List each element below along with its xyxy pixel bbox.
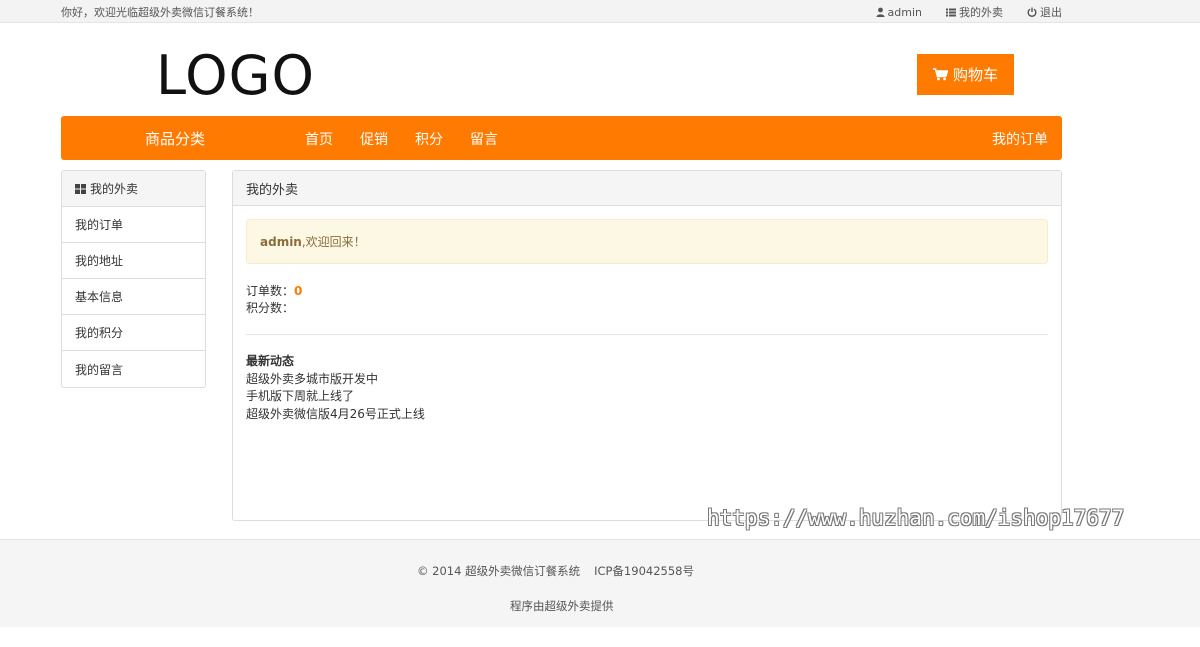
- alert-text: ,欢迎回来！: [301, 235, 366, 249]
- nav-item-messages[interactable]: 留言: [470, 129, 498, 149]
- sidebar-header: 我的外卖: [62, 171, 205, 207]
- top-link-logout-label: 退出: [1040, 6, 1062, 19]
- cart-icon: [932, 68, 948, 81]
- top-link-admin-label: admin: [887, 5, 922, 19]
- welcome-text: 你好，欢迎光临超级外卖微信订餐系统！: [61, 6, 259, 19]
- sidebar-item-address[interactable]: 我的地址: [62, 243, 205, 279]
- footer-powered: 程序由超级外卖提供: [510, 599, 614, 613]
- news-item: 超级外卖微信版4月26号正式上线: [246, 406, 425, 421]
- cart-button[interactable]: 购物车: [917, 54, 1014, 95]
- main-nav: 商品分类 首页 促销 积分 留言 我的订单: [61, 116, 1062, 160]
- footer-icp[interactable]: ICP备19042558号: [594, 563, 694, 579]
- account-stats: 订单数：0 积分数：: [246, 283, 302, 317]
- nav-item-home[interactable]: 首页: [305, 129, 333, 149]
- alert-username: admin: [260, 234, 302, 249]
- nav-items: 首页 促销 积分 留言: [305, 129, 498, 149]
- order-count-label: 订单数：: [246, 284, 295, 298]
- sidebar-item-points[interactable]: 我的积分: [62, 315, 205, 351]
- main-panel: 我的外卖 admin ,欢迎回来！ 订单数：0 积分数： 最新动态 超级外卖多城市…: [232, 170, 1062, 521]
- news-title: 最新动态: [246, 354, 295, 368]
- panel-title: 我的外卖: [233, 171, 1061, 206]
- power-icon: [1027, 7, 1037, 17]
- top-links: admin 我的外卖 退出: [876, 4, 1062, 20]
- news-item: 手机版下周就上线了: [246, 389, 355, 403]
- user-icon: [876, 7, 885, 17]
- sidebar-title: 我的外卖: [90, 182, 139, 196]
- points-label: 积分数：: [246, 301, 295, 315]
- news-section: 最新动态 超级外卖多城市版开发中 手机版下周就上线了 超级外卖微信版4月26号正…: [246, 353, 425, 423]
- grid-icon: [75, 183, 86, 194]
- footer-copyright-line: © 2014 超级外卖微信订餐系统 ICP备19042558号: [417, 563, 694, 579]
- nav-item-promo[interactable]: 促销: [360, 129, 388, 149]
- top-link-admin[interactable]: admin: [876, 4, 922, 20]
- site-logo[interactable]: LOGO: [156, 44, 315, 108]
- sidebar: 我的外卖 我的订单 我的地址 基本信息 我的积分 我的留言: [61, 170, 206, 388]
- sidebar-item-profile[interactable]: 基本信息: [62, 279, 205, 315]
- welcome-alert: admin ,欢迎回来！: [246, 219, 1048, 264]
- sidebar-item-orders[interactable]: 我的订单: [62, 207, 205, 243]
- sidebar-item-messages[interactable]: 我的留言: [62, 351, 205, 387]
- cart-button-label: 购物车: [952, 67, 998, 84]
- footer-copyright: © 2014 超级外卖微信订餐系统: [417, 564, 581, 578]
- list-icon: [946, 8, 956, 16]
- nav-my-orders[interactable]: 我的订单: [992, 129, 1048, 149]
- order-count-row: 订单数：0: [246, 283, 302, 300]
- top-bar: 你好，欢迎光临超级外卖微信订餐系统！ admin 我的外卖 退出: [0, 0, 1200, 23]
- top-link-my-takeout[interactable]: 我的外卖: [946, 4, 1003, 20]
- order-count-value: 0: [294, 284, 303, 298]
- points-row: 积分数：: [246, 300, 302, 317]
- nav-category[interactable]: 商品分类: [145, 128, 205, 149]
- panel-divider: [246, 334, 1048, 335]
- watermark-text: https://www.huzhan.com/ishop17677: [707, 506, 1125, 530]
- top-link-my-takeout-label: 我的外卖: [959, 6, 1003, 19]
- footer: © 2014 超级外卖微信订餐系统 ICP备19042558号 程序由超级外卖提…: [0, 539, 1200, 627]
- nav-item-points[interactable]: 积分: [415, 129, 443, 149]
- top-link-logout[interactable]: 退出: [1027, 4, 1062, 20]
- news-item: 超级外卖多城市版开发中: [246, 371, 379, 386]
